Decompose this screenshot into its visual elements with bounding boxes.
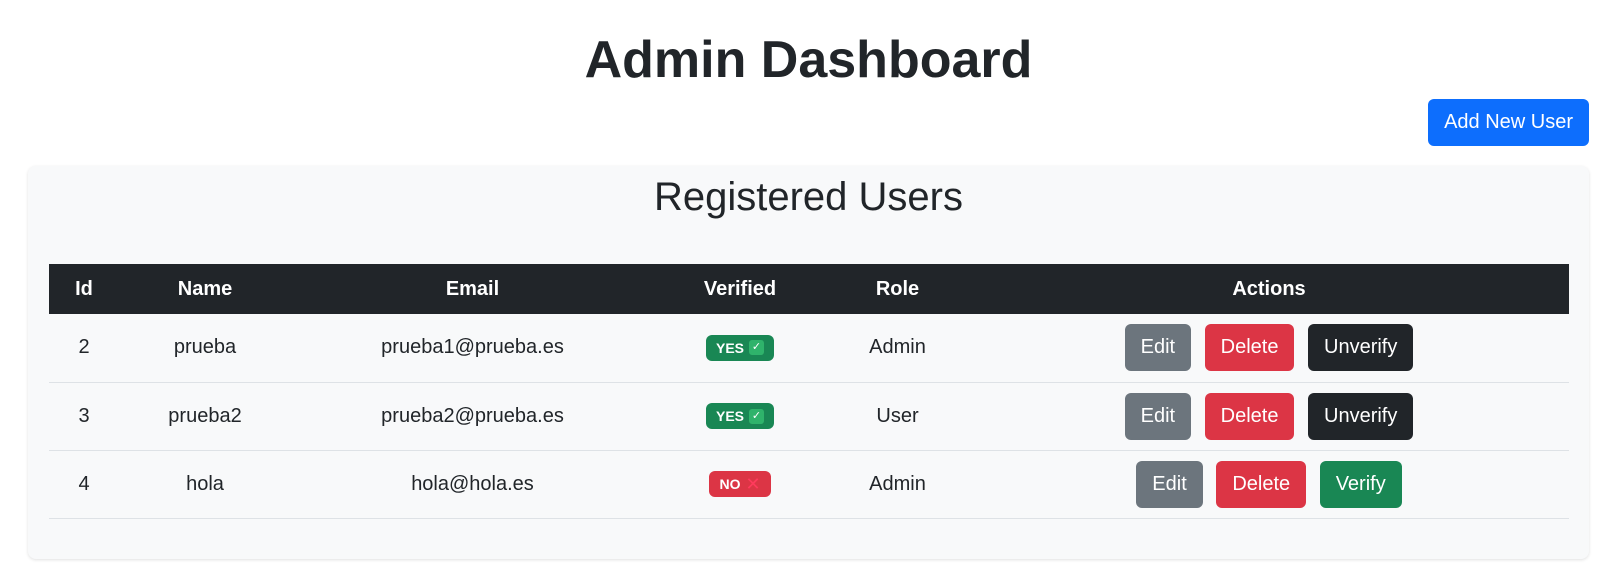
user-email: prueba1@prueba.es <box>381 336 564 359</box>
admin-dashboard-page: Admin Dashboard Add New User Registered … <box>0 0 1617 588</box>
column-header-actions: Actions <box>1232 277 1306 300</box>
add-new-user-button[interactable]: Add New User <box>1428 99 1589 146</box>
user-verified-cell: NO ✕ <box>654 450 826 518</box>
verified-badge-label: NO <box>719 476 741 492</box>
user-verified-cell: YES ✓ <box>654 314 826 382</box>
verified-badge-label: YES <box>715 408 744 424</box>
edit-button[interactable]: Edit <box>1124 324 1192 372</box>
column-header-id: Id <box>75 277 93 300</box>
user-email: prueba2@prueba.es <box>381 404 564 427</box>
edit-button[interactable]: Edit <box>1136 460 1203 508</box>
edit-button[interactable]: Edit <box>1124 392 1192 440</box>
users-table: Id Name Email Verified Role Actions 2 pr… <box>49 264 1569 519</box>
user-actions: Edit Delete Verify <box>969 450 1569 518</box>
unverify-button[interactable]: Unverify <box>1308 392 1414 440</box>
column-header-name: Name <box>177 277 233 300</box>
column-header-verified: Verified <box>703 277 777 300</box>
check-icon: ✓ <box>749 408 764 424</box>
registered-users-card: Registered Users Id Name Email Verified … <box>28 166 1589 559</box>
column-header-email: Email <box>445 277 500 300</box>
user-id: 3 <box>78 404 90 427</box>
unverify-button[interactable]: Unverify <box>1308 324 1414 372</box>
delete-button[interactable]: Delete <box>1216 460 1307 508</box>
user-actions: Edit Delete Unverify <box>969 314 1569 382</box>
verify-button[interactable]: Verify <box>1319 460 1402 508</box>
user-name: prueba <box>173 336 237 359</box>
not-verified-badge: NO ✕ <box>709 471 771 497</box>
check-icon: ✓ <box>749 340 764 356</box>
card-title: Registered Users <box>653 175 963 219</box>
user-verified-cell: YES ✓ <box>654 382 826 450</box>
user-id: 4 <box>78 472 90 495</box>
user-role: Admin <box>869 336 926 359</box>
verified-badge-label: YES <box>715 339 744 356</box>
table-row: 2 prueba prueba1@prueba.es YES ✓ Admin E… <box>49 314 1569 382</box>
user-role: User <box>876 404 919 427</box>
user-id: 2 <box>78 336 90 359</box>
user-name: prueba2 <box>168 404 242 427</box>
cross-icon: ✕ <box>745 474 761 494</box>
verified-badge: YES ✓ <box>705 403 774 429</box>
table-row: 4 hola hola@hola.es NO ✕ Admin Edit Dele… <box>49 450 1569 518</box>
delete-button[interactable]: Delete <box>1204 324 1295 372</box>
table-row: 3 prueba2 prueba2@prueba.es YES ✓ User E… <box>49 382 1569 450</box>
table-header-row: Id Name Email Verified Role Actions <box>49 264 1569 314</box>
user-name: hola <box>186 472 224 495</box>
verified-badge: YES ✓ <box>705 334 774 361</box>
delete-button[interactable]: Delete <box>1204 392 1295 440</box>
user-email: hola@hola.es <box>411 472 534 495</box>
user-role: Admin <box>869 472 926 495</box>
column-header-role: Role <box>875 277 920 300</box>
user-actions: Edit Delete Unverify <box>969 382 1569 450</box>
page-title: Admin Dashboard <box>584 31 1033 89</box>
